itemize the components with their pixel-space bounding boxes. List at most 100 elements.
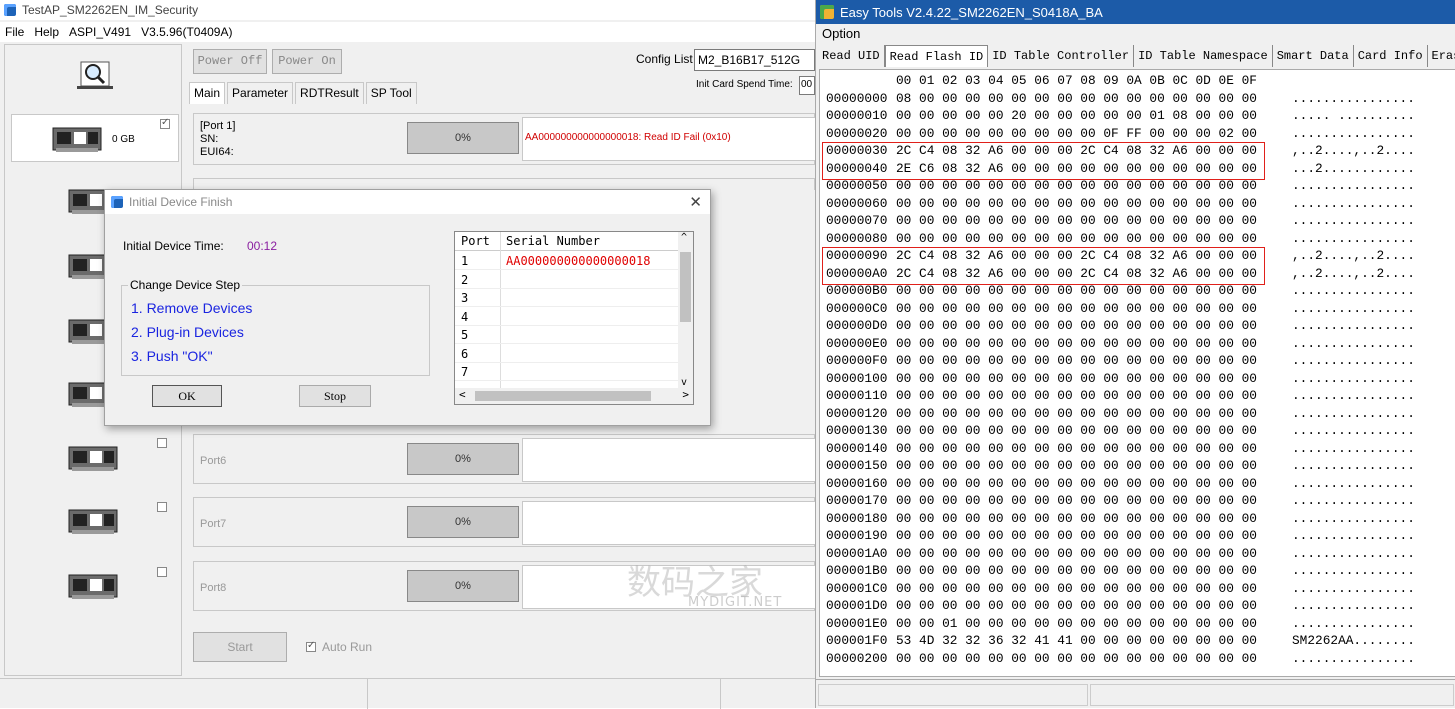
tab-read-uid[interactable]: Read UID <box>818 45 885 67</box>
hex-line: 00000130 00 00 00 00 00 00 00 00 00 00 00… <box>826 422 1415 440</box>
port7-progress: 0% <box>407 506 519 538</box>
horizontal-scrollbar[interactable]: < > <box>455 388 693 404</box>
serial-number-table: Port Serial Number 1 AA000000000000000018… <box>454 231 694 405</box>
hex-line: 00000120 00 00 00 00 00 00 00 00 00 00 00… <box>826 405 1415 423</box>
hex-line: 00000160 00 00 00 00 00 00 00 00 00 00 00… <box>826 475 1415 493</box>
table-header: Port Serial Number <box>455 232 692 251</box>
stop-button[interactable]: Stop <box>299 385 371 407</box>
hex-ascii: ...2............ <box>1292 160 1415 176</box>
device-slot-8[interactable] <box>11 565 179 613</box>
tab-erase[interactable]: Erase <box>1428 45 1455 67</box>
table-row[interactable]: 5 <box>455 326 683 344</box>
hex-line: 00000010 00 00 00 00 00 20 00 00 00 00 00… <box>826 107 1415 125</box>
init-time-value: 00:12 <box>247 239 278 253</box>
tab-parameter[interactable]: Parameter <box>227 82 294 104</box>
hex-address: 00000090 <box>826 248 888 263</box>
table-row[interactable]: 1 AA000000000000000018 <box>455 252 683 270</box>
scroll-thumb[interactable] <box>680 252 691 322</box>
menu-file[interactable]: File <box>0 25 29 39</box>
table-row[interactable]: 2 <box>455 271 683 289</box>
table-row[interactable]: 6 <box>455 345 683 363</box>
hex-address: 00000110 <box>826 388 888 403</box>
scroll-left-icon[interactable]: < <box>459 388 466 401</box>
start-button[interactable]: Start <box>193 632 287 662</box>
hex-header-bytes: 00 01 02 03 04 05 06 07 08 09 0A 0B 0C 0… <box>896 73 1257 88</box>
config-list-select[interactable]: M2_B16B17_512G <box>694 49 815 71</box>
ok-button[interactable]: OK <box>152 385 222 407</box>
app-icon <box>4 4 16 16</box>
hex-bytes: 00 00 00 00 00 00 00 00 00 00 00 00 00 0… <box>896 493 1257 508</box>
table-row[interactable]: 3 <box>455 289 683 307</box>
hex-bytes: 00 00 00 00 00 00 00 00 00 00 00 00 00 0… <box>896 318 1257 333</box>
hex-address: 000000C0 <box>826 300 888 316</box>
tab-id-table-controller[interactable]: ID Table Controller <box>988 45 1135 67</box>
hex-line: 000001A0 00 00 00 00 00 00 00 00 00 00 00… <box>826 545 1415 563</box>
hex-ascii: ................ <box>1292 353 1415 368</box>
column-port[interactable]: Port <box>461 234 490 248</box>
column-serial-number[interactable]: Serial Number <box>506 234 600 248</box>
row-port: 5 <box>461 328 469 342</box>
hex-ascii: ................ <box>1292 388 1415 403</box>
table-row[interactable]: 4 <box>455 308 683 326</box>
row-port: 6 <box>461 347 469 361</box>
device-checkbox[interactable] <box>157 438 167 448</box>
device-checkbox[interactable] <box>160 117 170 129</box>
device-checkbox[interactable] <box>157 567 167 577</box>
hex-address: 00000130 <box>826 423 888 438</box>
hex-bytes: 00 00 00 00 00 00 00 00 00 00 00 00 00 0… <box>896 423 1257 438</box>
hex-bytes: 00 00 00 00 00 00 00 00 00 00 00 00 00 0… <box>896 528 1257 543</box>
hex-line: 000000C0 00 00 00 00 00 00 00 00 00 00 00… <box>826 300 1415 318</box>
device-slot-6[interactable] <box>11 437 179 485</box>
tab-read-flash-id[interactable]: Read Flash ID <box>884 45 989 67</box>
table-row[interactable]: 7 <box>455 363 683 381</box>
hex-address: 00000160 <box>826 475 888 491</box>
menu-option[interactable]: Option <box>822 26 860 41</box>
hex-line: 00000020 00 00 00 00 00 00 00 00 00 0F FF… <box>826 125 1415 143</box>
hex-ascii: ................ <box>1292 318 1415 333</box>
port-row-1: [Port 1] SN: EUI64: 0% AA000000000000000… <box>193 113 822 165</box>
menu-aspi[interactable]: ASPI_V491 <box>64 25 136 39</box>
row-port: 3 <box>461 291 469 305</box>
hex-ascii: ..... .......... <box>1292 108 1415 123</box>
hex-ascii: ................ <box>1292 230 1415 246</box>
tab-rdtresult[interactable]: RDTResult <box>295 82 364 104</box>
tab-sp-tool[interactable]: SP Tool <box>365 82 417 104</box>
row-serial: AA000000000000000018 <box>506 254 651 268</box>
hex-bytes: 00 00 00 00 00 00 00 00 00 00 00 00 00 0… <box>896 510 1257 526</box>
power-off-button[interactable]: Power Off <box>193 49 267 74</box>
ssd-icon <box>68 574 118 599</box>
tab-smart-data[interactable]: Smart Data <box>1273 45 1354 67</box>
device-slot-1[interactable]: 0 GB <box>11 114 179 162</box>
tab-card-info[interactable]: Card Info <box>1354 45 1428 67</box>
scroll-thumb[interactable] <box>475 391 651 401</box>
auto-run-checkbox[interactable] <box>306 640 316 652</box>
hex-address: 00000180 <box>826 510 888 526</box>
hex-line: 00000110 00 00 00 00 00 00 00 00 00 00 00… <box>826 387 1415 405</box>
hex-line: 00000050 00 00 00 00 00 00 00 00 00 00 00… <box>826 177 1415 195</box>
hex-bytes: 00 00 00 00 00 00 00 00 00 00 00 00 00 0… <box>896 405 1257 421</box>
hex-line: 000000E0 00 00 00 00 00 00 00 00 00 00 00… <box>826 335 1415 353</box>
hex-address: 000000D0 <box>826 318 888 333</box>
tab-main[interactable]: Main <box>189 82 226 104</box>
device-slot-7[interactable] <box>11 500 179 548</box>
hex-bytes: 00 00 00 00 00 00 00 00 00 00 00 00 00 0… <box>896 283 1257 298</box>
easy-tools-status-bar <box>816 679 1455 708</box>
tab-id-table-namespace[interactable]: ID Table Namespace <box>1134 45 1273 67</box>
ssd-icon <box>68 509 118 534</box>
row-port: 4 <box>461 310 469 324</box>
scroll-up-icon[interactable]: ^ <box>681 232 687 243</box>
power-on-button[interactable]: Power On <box>272 49 342 74</box>
device-checkbox[interactable] <box>157 502 167 512</box>
hex-ascii: ................ <box>1292 213 1415 228</box>
close-icon[interactable]: ✕ <box>689 193 702 211</box>
vertical-scrollbar[interactable]: ^ v <box>678 232 693 388</box>
menu-help[interactable]: Help <box>29 25 64 39</box>
hex-bytes: 00 00 00 00 00 00 00 00 00 00 00 00 00 0… <box>896 335 1257 351</box>
scroll-right-icon[interactable]: > <box>682 388 689 401</box>
step-remove-devices: 1. Remove Devices <box>131 300 253 316</box>
search-device-icon[interactable] <box>75 59 115 91</box>
hex-dump-view[interactable]: 00 01 02 03 04 05 06 07 08 09 0A 0B 0C 0… <box>819 69 1455 677</box>
hex-line: 000001C0 00 00 00 00 00 00 00 00 00 00 00… <box>826 580 1415 598</box>
scroll-down-icon[interactable]: v <box>681 377 687 388</box>
hex-line: 00000070 00 00 00 00 00 00 00 00 00 00 00… <box>826 212 1415 230</box>
